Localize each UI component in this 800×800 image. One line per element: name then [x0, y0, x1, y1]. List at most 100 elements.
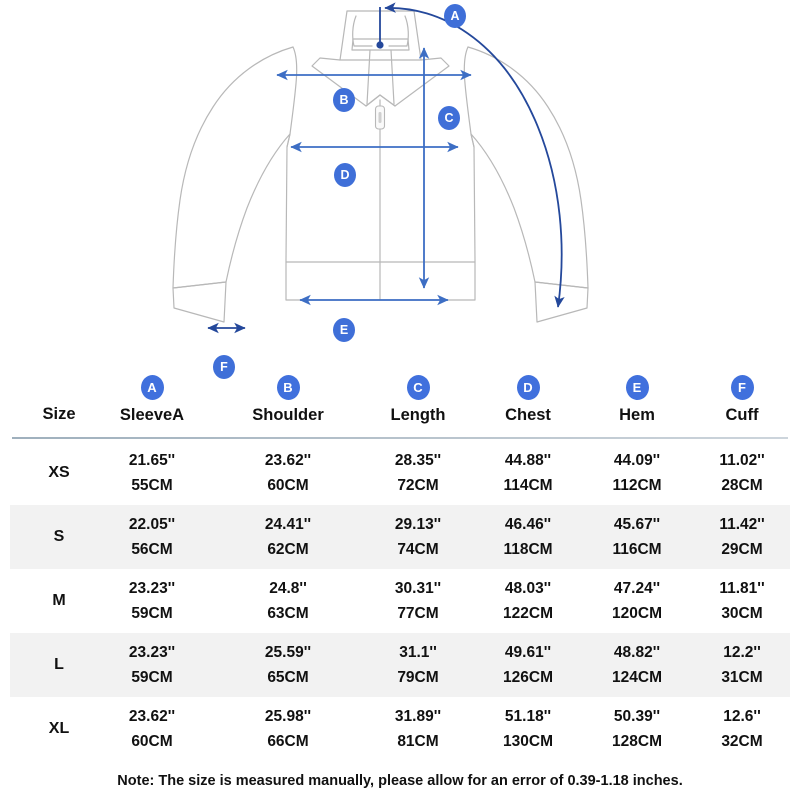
- value-inches: 23.62'': [264, 452, 312, 469]
- value-cm: 81CM: [397, 732, 439, 750]
- value-cm: 128CM: [612, 732, 662, 750]
- value-cm: 72CM: [397, 476, 439, 494]
- value-cm: 116CM: [612, 540, 662, 558]
- value-cm: 124CM: [612, 668, 662, 686]
- column-badge-d: D: [516, 375, 540, 400]
- diagram-badge-e: E: [333, 318, 355, 342]
- cell-xs-shoulder: 23.62'' 60CM: [223, 441, 353, 505]
- value-inches: 30.31'': [394, 580, 442, 597]
- cell-xl-cuff: 12.6'' 32CM: [677, 697, 800, 761]
- value-cm: 126CM: [503, 668, 553, 686]
- value-inches: 44.09'': [613, 452, 661, 469]
- cell-s-shoulder: 24.41'' 62CM: [223, 505, 353, 569]
- cell-m-shoulder: 24.8'' 63CM: [223, 569, 353, 633]
- value-cm: 65CM: [267, 668, 309, 686]
- table-row: S 22.05'' 56CM 24.41'' 62CM 29.13'' 74CM 46.46'…: [10, 505, 790, 569]
- value-cm: 59CM: [131, 668, 173, 686]
- column-header-label: SleeveA: [119, 406, 185, 424]
- value-inches: 51.18'': [504, 708, 552, 725]
- value-inches: 28.35'': [394, 452, 442, 469]
- cell-xl-shoulder: 25.98'' 66CM: [223, 697, 353, 761]
- value-inches: 31.89'': [394, 708, 442, 725]
- garment-outline: [172, 10, 589, 323]
- value-inches: 11.02'': [719, 452, 765, 469]
- value-inches: 31.1'': [399, 644, 437, 661]
- value-inches: 23.23'': [128, 580, 176, 597]
- value-inches: 22.05'': [128, 516, 176, 533]
- header-divider: [12, 437, 788, 439]
- value-cm: 30CM: [721, 604, 763, 622]
- value-cm: 31CM: [721, 668, 763, 686]
- value-cm: 60CM: [267, 476, 309, 494]
- value-cm: 79CM: [397, 668, 439, 686]
- value-cm: 56CM: [131, 540, 173, 558]
- cell-l-cuff: 12.2'' 31CM: [677, 633, 800, 697]
- value-inches: 25.59'': [264, 644, 312, 661]
- measurement-note: Note: The size is measured manually, ple…: [117, 773, 683, 789]
- value-cm: 66CM: [267, 732, 309, 750]
- value-cm: 60CM: [131, 732, 173, 750]
- value-cm: 112CM: [612, 476, 662, 494]
- jacket-diagram: A B C D E F: [0, 0, 800, 379]
- cell-l-sleevea: 23.23'' 59CM: [87, 633, 217, 697]
- value-cm: 74CM: [397, 540, 439, 558]
- value-inches: 12.2'': [723, 644, 761, 661]
- cell-s-sleevea: 22.05'' 56CM: [87, 505, 217, 569]
- value-inches: 49.61'': [504, 644, 552, 661]
- cell-xs-cuff: 11.02'' 28CM: [677, 441, 800, 505]
- column-header-label: Shoulder: [252, 406, 324, 424]
- value-cm: 29CM: [721, 540, 763, 558]
- zipper-pull-icon: [374, 105, 386, 130]
- column-badge-f: F: [730, 375, 754, 400]
- jacket-illustration: [172, 2, 589, 334]
- table-row: XS 21.65'' 55CM 23.62'' 60CM 28.35'' 72CM 44.88…: [10, 441, 790, 505]
- column-badge-b: B: [276, 375, 300, 400]
- value-inches: 25.98'': [264, 708, 312, 725]
- column-badge-e: E: [625, 375, 649, 400]
- column-header-cuff: F Cuff: [677, 375, 800, 425]
- value-cm: 28CM: [721, 476, 763, 494]
- value-cm: 59CM: [131, 604, 173, 622]
- value-inches: 11.42'': [719, 516, 765, 533]
- diagram-badge-d: D: [334, 163, 356, 187]
- value-cm: 122CM: [503, 604, 553, 622]
- column-header-sleevea: A SleeveA: [87, 375, 217, 425]
- value-inches: 44.88'': [504, 452, 552, 469]
- diagram-badge-c: C: [438, 106, 460, 130]
- value-cm: 118CM: [503, 540, 553, 558]
- diagram-badge-b: B: [333, 88, 355, 112]
- value-cm: 120CM: [612, 604, 662, 622]
- value-inches: 29.13'': [394, 516, 442, 533]
- value-inches: 11.81'': [719, 580, 765, 597]
- value-cm: 130CM: [503, 732, 553, 750]
- value-inches: 23.62'': [128, 708, 176, 725]
- value-inches: 23.23'': [128, 644, 176, 661]
- value-inches: 12.6'': [723, 708, 761, 725]
- table-row: M 23.23'' 59CM 24.8'' 63CM 30.31'' 77CM 48.03''…: [10, 569, 790, 633]
- value-inches: 48.03'': [504, 580, 552, 597]
- cell-l-shoulder: 25.59'' 65CM: [223, 633, 353, 697]
- value-inches: 45.67'': [613, 516, 661, 533]
- size-chart-table: Size A SleeveA B Shoulder C Length D Chest E Hem F…: [0, 375, 800, 800]
- table-row: L 23.23'' 59CM 25.59'' 65CM 31.1'' 79CM 49.61''…: [10, 633, 790, 697]
- value-cm: 77CM: [397, 604, 439, 622]
- value-inches: 46.46'': [504, 516, 552, 533]
- cell-xl-sleevea: 23.62'' 60CM: [87, 697, 217, 761]
- cell-xs-sleevea: 21.65'' 55CM: [87, 441, 217, 505]
- table-header-row: Size A SleeveA B Shoulder C Length D Chest E Hem F…: [0, 375, 800, 436]
- value-cm: 55CM: [131, 476, 173, 494]
- column-badge-a: A: [140, 375, 164, 400]
- value-inches: 50.39'': [613, 708, 661, 725]
- value-cm: 62CM: [267, 540, 309, 558]
- value-inches: 47.24'': [613, 580, 661, 597]
- cell-m-cuff: 11.81'' 30CM: [677, 569, 800, 633]
- cell-s-cuff: 11.42'' 29CM: [677, 505, 800, 569]
- value-inches: 21.65'': [128, 452, 176, 469]
- cell-m-sleevea: 23.23'' 59CM: [87, 569, 217, 633]
- table-row: XL 23.62'' 60CM 25.98'' 66CM 31.89'' 81CM 51.18…: [10, 697, 790, 761]
- column-header-label: Cuff: [725, 406, 759, 424]
- value-cm: 32CM: [721, 732, 763, 750]
- value-cm: 114CM: [503, 476, 553, 494]
- value-inches: 48.82'': [613, 644, 661, 661]
- value-inches: 24.8'': [269, 580, 307, 597]
